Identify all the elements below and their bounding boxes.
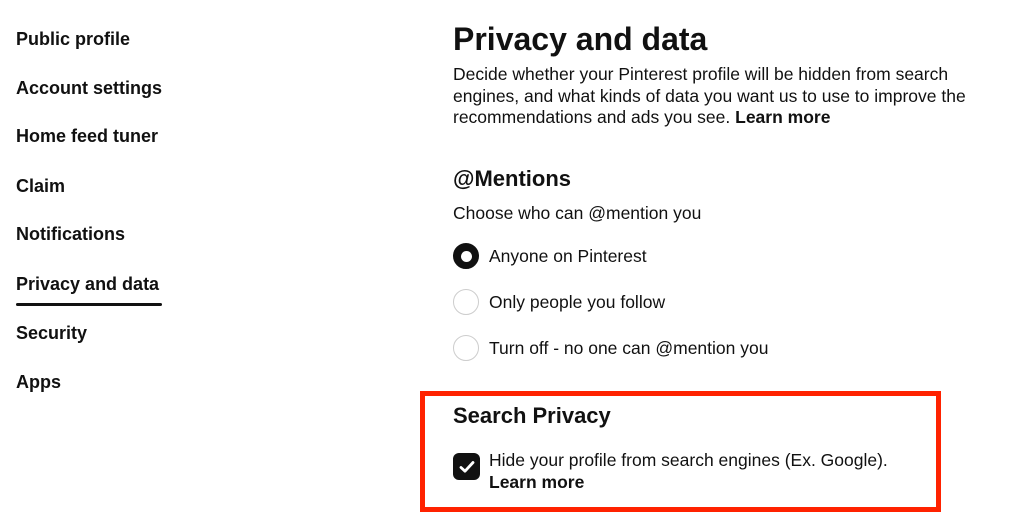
- mentions-subheading: Choose who can @mention you: [453, 203, 702, 223]
- page-description: Decide whether your Pinterest profile wi…: [453, 64, 1013, 129]
- sidebar-item-privacy-and-data[interactable]: Privacy and data: [16, 273, 162, 306]
- sidebar-item-label: Claim: [16, 176, 66, 196]
- sidebar-item-account-settings[interactable]: Account settings: [16, 77, 162, 99]
- sidebar-item-label: Home feed tuner: [16, 126, 159, 146]
- mention-option-anyone[interactable]: Anyone on Pinterest: [453, 242, 647, 270]
- hide-from-search-checkbox[interactable]: [453, 453, 480, 480]
- radio-label: Only people you follow: [489, 292, 666, 312]
- hide-from-search-option[interactable]: Hide your profile from search engines (E…: [453, 450, 888, 493]
- mention-option-off[interactable]: Turn off - no one can @mention you: [453, 334, 768, 362]
- sidebar-item-apps[interactable]: Apps: [16, 371, 61, 393]
- sidebar-item-label: Public profile: [16, 29, 131, 49]
- checkbox-label: Hide your profile from search engines (E…: [489, 450, 888, 470]
- sidebar-item-label: Apps: [16, 372, 61, 392]
- mentions-heading: @Mentions: [453, 166, 572, 191]
- settings-page: Public profile Account settings Home fee…: [0, 0, 1024, 525]
- sidebar-item-claim[interactable]: Claim: [16, 175, 65, 197]
- search-privacy-heading: Search Privacy: [453, 403, 611, 428]
- description-text: Decide whether your Pinterest profile wi…: [453, 64, 966, 127]
- sidebar-item-security[interactable]: Security: [16, 322, 87, 344]
- sidebar-item-public-profile[interactable]: Public profile: [16, 28, 130, 50]
- radio-button-selected[interactable]: [453, 243, 479, 269]
- sidebar-item-label: Notifications: [16, 224, 126, 244]
- sidebar-item-label: Account settings: [16, 78, 163, 98]
- radio-label: Anyone on Pinterest: [489, 246, 647, 266]
- radio-label: Turn off - no one can @mention you: [489, 338, 769, 358]
- check-icon: [459, 460, 474, 473]
- search-learn-more-link[interactable]: Learn more: [489, 472, 888, 494]
- sidebar-item-label: Privacy and data: [16, 274, 160, 294]
- sidebar-item-home-feed-tuner[interactable]: Home feed tuner: [16, 125, 158, 147]
- active-tab-underline: [16, 303, 162, 306]
- sidebar-item-label: Security: [16, 323, 88, 343]
- page-title: Privacy and data: [453, 21, 708, 57]
- radio-button[interactable]: [453, 335, 479, 361]
- sidebar-item-notifications[interactable]: Notifications: [16, 223, 125, 245]
- learn-more-link[interactable]: Learn more: [735, 107, 830, 127]
- radio-button[interactable]: [453, 289, 479, 315]
- checkbox-text: Hide your profile from search engines (E…: [489, 450, 888, 493]
- mention-option-followers[interactable]: Only people you follow: [453, 288, 665, 316]
